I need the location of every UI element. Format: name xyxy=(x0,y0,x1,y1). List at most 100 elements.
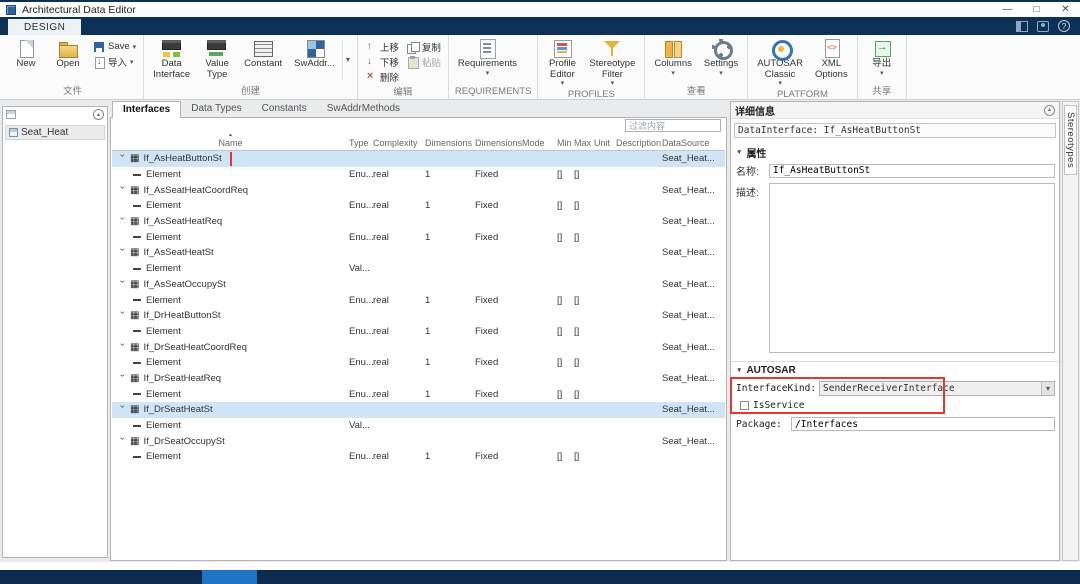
expand-chevron-icon[interactable] xyxy=(118,217,127,226)
stereotype-filter-button[interactable]: Stereotype Filter xyxy=(584,37,640,88)
constant-button[interactable]: Constant xyxy=(239,37,287,71)
minimize-button[interactable]: — xyxy=(993,2,1022,17)
table-body: If_AsHeatButtonStSeat_Heat...ElementEnu.… xyxy=(112,151,725,559)
help-icon[interactable]: ? xyxy=(1058,20,1070,32)
ribbon-group-label: 创建 xyxy=(148,82,353,99)
interface-icon xyxy=(130,404,139,415)
table-row[interactable]: If_DrSeatOccupyStSeat_Heat... xyxy=(112,433,725,449)
column-header-dimensionsmode[interactable]: DimensionsMode xyxy=(475,134,557,150)
table-row[interactable]: ElementEnu...real1Fixed[][] xyxy=(112,167,725,183)
expand-chevron-icon[interactable] xyxy=(118,311,127,320)
move-up-button[interactable]: 上移 xyxy=(362,40,402,53)
settings-button[interactable]: Settings xyxy=(699,37,743,78)
row-name-group: If_DrSeatHeatCoordReq xyxy=(112,340,250,354)
section-divider xyxy=(731,361,1059,362)
autosar-collapse-icon[interactable] xyxy=(736,367,742,374)
column-header-dimensions[interactable]: Dimensions xyxy=(425,134,475,150)
table-row[interactable]: If_DrSeatHeatStSeat_Heat... xyxy=(112,402,725,418)
expand-chevron-icon[interactable] xyxy=(118,280,127,289)
taskbar xyxy=(0,570,1080,584)
tab-data-types[interactable]: Data Types xyxy=(181,101,251,117)
isservice-checkbox[interactable] xyxy=(740,401,749,410)
autosar-classic-icon xyxy=(769,39,791,58)
tree-item-seat-heat[interactable]: Seat_Heat xyxy=(5,125,105,140)
maximize-button[interactable]: □ xyxy=(1022,2,1051,17)
value-type-button[interactable]: Value Type xyxy=(197,37,237,81)
cell-name: If_DrHeatButtonSt xyxy=(112,309,349,323)
column-header-complexity[interactable]: Complexity xyxy=(373,134,425,150)
table-row[interactable]: ElementEnu...real1Fixed[][] xyxy=(112,324,725,340)
column-header-description[interactable]: Description xyxy=(616,134,662,150)
expand-chevron-icon[interactable] xyxy=(118,186,127,195)
description-label: 描述: xyxy=(736,183,769,199)
tab-design[interactable]: DESIGN xyxy=(8,19,81,35)
column-header-unit[interactable]: Unit xyxy=(594,134,616,150)
delete-button[interactable]: 删除 xyxy=(362,70,402,83)
new-button[interactable]: New xyxy=(6,37,46,71)
user-icon[interactable] xyxy=(1037,21,1049,32)
tree-item-label: Seat_Heat xyxy=(21,127,68,138)
autosar-classic-button[interactable]: AUTOSAR Classic xyxy=(752,37,808,88)
interfacekind-dropdown[interactable]: SenderReceiverInterface xyxy=(819,381,1055,396)
table-row[interactable]: ElementEnu...real1Fixed[][] xyxy=(112,229,725,245)
table-row[interactable]: ElementEnu...real1Fixed[][] xyxy=(112,292,725,308)
table-row[interactable]: If_AsSeatOccupyStSeat_Heat... xyxy=(112,277,725,293)
table-row[interactable]: If_DrHeatButtonStSeat_Heat... xyxy=(112,308,725,324)
description-textarea[interactable] xyxy=(769,183,1055,353)
gallery-overflow-button[interactable] xyxy=(342,40,353,80)
requirements-button[interactable]: Requirements xyxy=(453,37,522,78)
layout-icon[interactable] xyxy=(1016,21,1028,32)
column-header-name[interactable]: Name xyxy=(112,134,349,150)
stereotypes-tab[interactable]: Stereotypes xyxy=(1064,105,1077,175)
move-down-button[interactable]: 下移 xyxy=(362,55,402,68)
table-row[interactable]: If_AsSeatHeatCoordReqSeat_Heat... xyxy=(112,182,725,198)
collapse-details-icon[interactable] xyxy=(1044,105,1055,116)
expand-chevron-icon[interactable] xyxy=(118,405,127,414)
column-header-label: DimensionsMode xyxy=(475,138,545,148)
package-input[interactable] xyxy=(791,417,1055,431)
filter-input[interactable] xyxy=(625,119,721,132)
column-header-min[interactable]: Min xyxy=(557,134,574,150)
tab-swaddrmethods[interactable]: SwAddrMethods xyxy=(317,101,410,117)
open-button[interactable]: Open xyxy=(48,37,88,71)
swaddrmethod-button[interactable]: SwAddr... xyxy=(289,37,340,71)
paste-button[interactable]: 粘贴 xyxy=(404,55,444,68)
name-input[interactable] xyxy=(769,164,1055,178)
export-button[interactable]: 导出 xyxy=(862,37,902,78)
columns-button[interactable]: Columns xyxy=(649,37,697,78)
profile-editor-button[interactable]: Profile Editor xyxy=(542,37,582,88)
cell-dimensionsmode: Fixed xyxy=(475,295,557,306)
table-row[interactable]: ElementEnu...real1Fixed[][] xyxy=(112,198,725,214)
copy-button[interactable]: 复制 xyxy=(404,40,444,53)
xml-options-button[interactable]: XML Options xyxy=(810,37,853,81)
row-name: Element xyxy=(146,263,181,274)
taskbar-app-button[interactable] xyxy=(202,570,257,584)
column-header-max[interactable]: Max xyxy=(574,134,594,150)
save-button[interactable]: Save xyxy=(90,40,139,53)
import-button[interactable]: 导入 xyxy=(90,55,139,68)
table-row[interactable]: If_AsHeatButtonStSeat_Heat... xyxy=(112,151,725,167)
expand-chevron-icon[interactable] xyxy=(118,374,127,383)
column-header-datasource[interactable]: DataSource xyxy=(662,134,724,150)
table-row[interactable]: ElementEnu...real1Fixed[][] xyxy=(112,355,725,371)
table-row[interactable]: If_AsSeatHeatReqSeat_Heat... xyxy=(112,214,725,230)
table-row[interactable]: If_DrSeatHeatReqSeat_Heat... xyxy=(112,371,725,387)
close-button[interactable]: ✕ xyxy=(1051,2,1080,17)
button-label: XML Options xyxy=(815,59,848,80)
properties-collapse-icon[interactable] xyxy=(736,149,742,156)
expand-chevron-icon[interactable] xyxy=(118,437,127,446)
tab-constants[interactable]: Constants xyxy=(252,101,317,117)
table-row[interactable]: ElementVal... xyxy=(112,418,725,434)
column-header-type[interactable]: Type xyxy=(349,134,373,150)
expand-chevron-icon[interactable] xyxy=(118,248,127,257)
expand-chevron-icon[interactable] xyxy=(118,154,127,163)
collapse-left-panel-icon[interactable] xyxy=(93,109,104,120)
table-row[interactable]: If_AsSeatHeatStSeat_Heat... xyxy=(112,245,725,261)
data-interface-button[interactable]: Data Interface xyxy=(148,37,195,81)
tab-interfaces[interactable]: Interfaces xyxy=(112,101,181,118)
table-row[interactable]: If_DrSeatHeatCoordReqSeat_Heat... xyxy=(112,339,725,355)
table-row[interactable]: ElementVal... xyxy=(112,261,725,277)
table-row[interactable]: ElementEnu...real1Fixed[][] xyxy=(112,449,725,465)
expand-chevron-icon[interactable] xyxy=(118,343,127,352)
table-row[interactable]: ElementEnu...real1Fixed[][] xyxy=(112,386,725,402)
